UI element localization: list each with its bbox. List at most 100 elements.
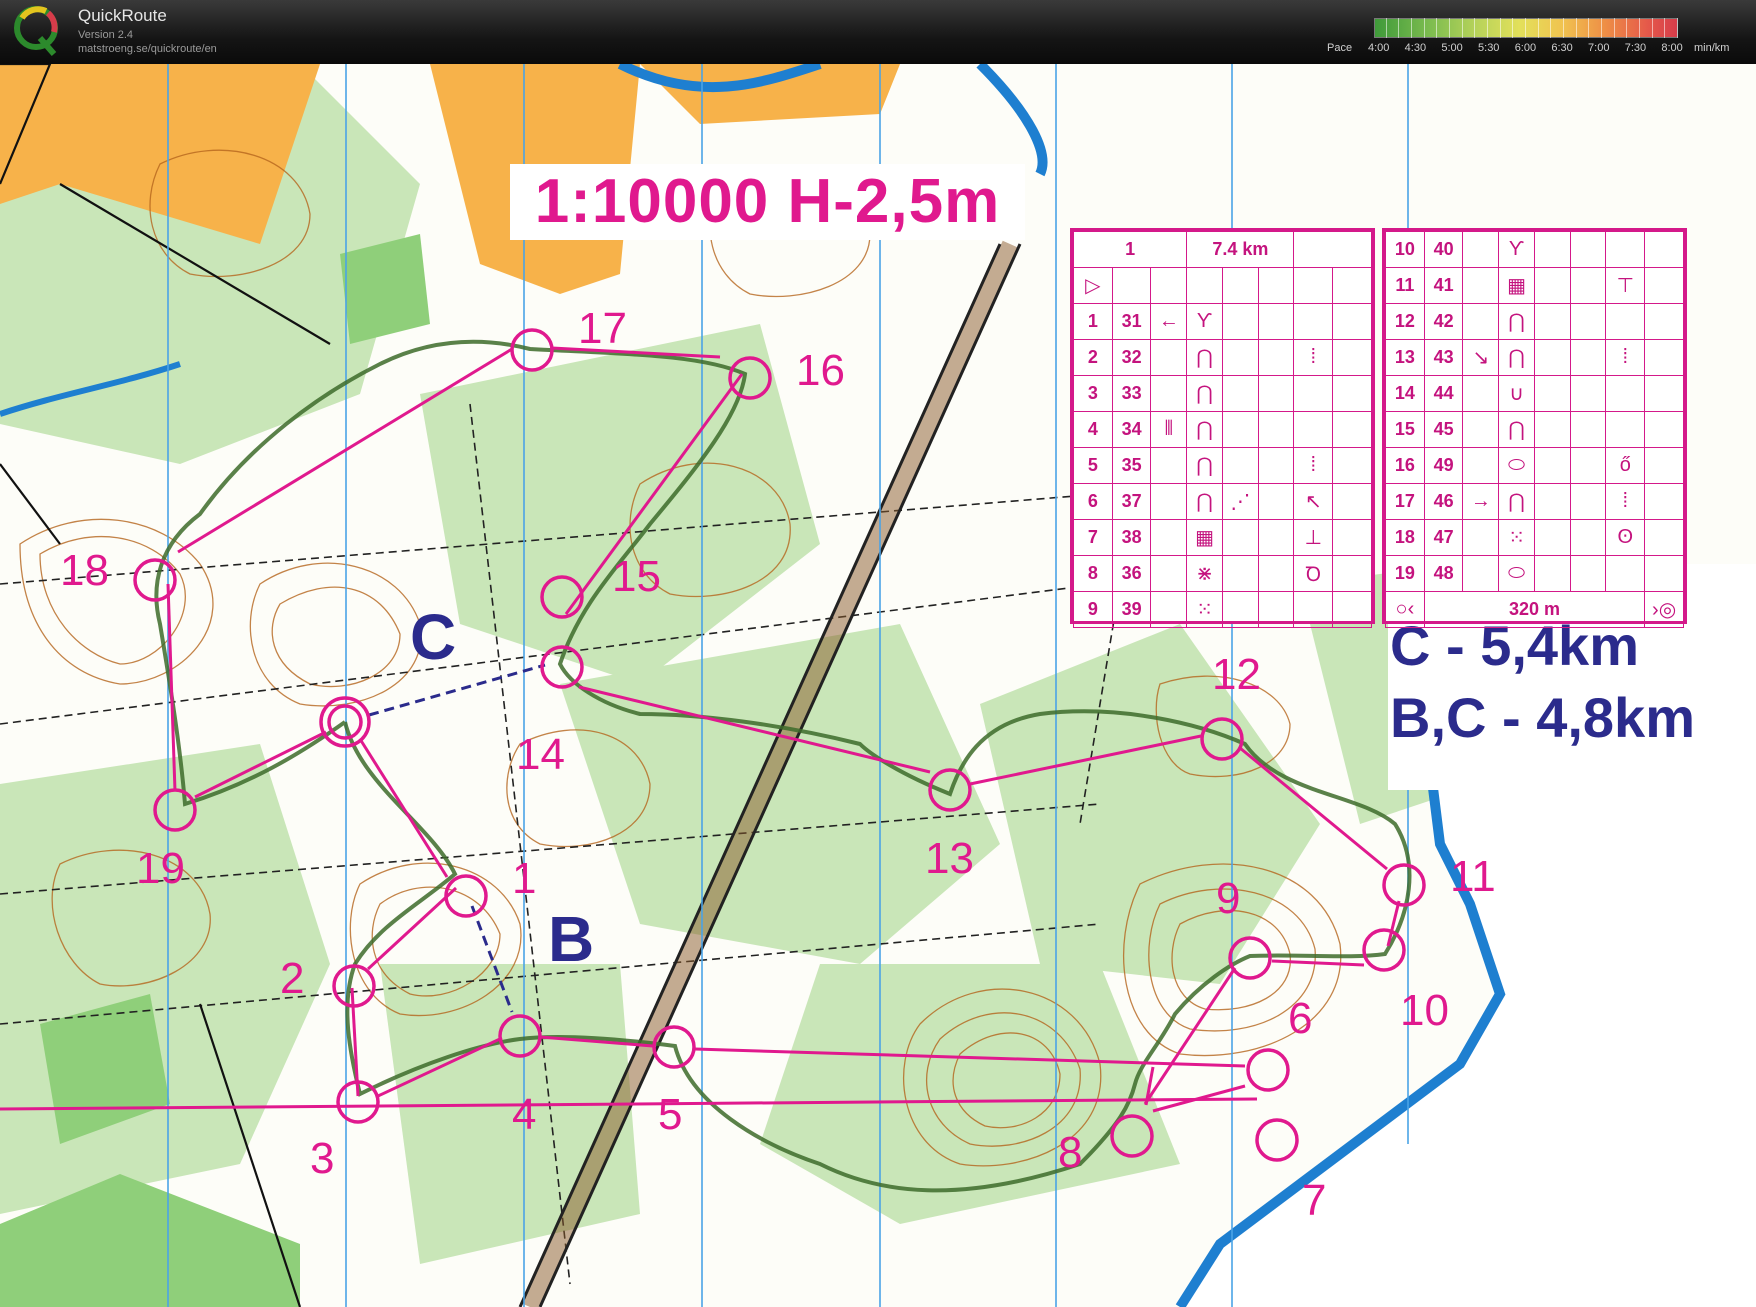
row-code: 49 — [1423, 447, 1464, 484]
feature-icon: ⋂ — [1498, 303, 1535, 340]
location-icon: ↖ — [1293, 483, 1334, 520]
control-7 — [1255, 1118, 1299, 1162]
title-bar: QuickRoute Version 2.4 matstroeng.se/qui… — [0, 0, 1756, 64]
row-num: 6 — [1073, 483, 1113, 520]
direction-icon — [1150, 375, 1188, 412]
row-num: 15 — [1385, 411, 1425, 448]
feature-icon: ⁙ — [1498, 519, 1535, 556]
control-number-9: 9 — [1216, 874, 1241, 923]
control-description-left: 1 7.4 km ▷ 1 31 ← Ƴ 2 32 ⋂ ⁞ 3 33 ⋂ 4 34 ⫴ ⋂ 5 35 ⋂ ⁞ … — [1070, 228, 1375, 628]
control-number-18: 18 — [60, 546, 109, 595]
direction-icon: → — [1462, 483, 1500, 520]
control-11 — [1382, 863, 1426, 907]
location-icon: ⊤ — [1605, 267, 1646, 304]
direction-icon — [1150, 519, 1188, 556]
row-code: 41 — [1423, 267, 1464, 304]
row-num: 7 — [1073, 519, 1113, 556]
pace-value: 5:00 — [1441, 42, 1463, 54]
row-code: 33 — [1111, 375, 1152, 412]
feature-icon: ⋂ — [1186, 411, 1223, 448]
direction-icon: ↘ — [1462, 339, 1500, 376]
location-icon: ⁞ — [1605, 483, 1646, 520]
finish-start-icon: ○‹ — [1385, 591, 1425, 628]
row-code: 47 — [1423, 519, 1464, 556]
pace-values: 4:00 4:30 5:00 5:30 6:00 6:30 7:00 7:30 … — [1368, 42, 1698, 54]
row-code: 48 — [1423, 555, 1464, 592]
direction-icon — [1462, 519, 1500, 556]
row-code: 43 — [1423, 339, 1464, 376]
row-num: 9 — [1073, 591, 1113, 628]
control-6 — [1246, 1048, 1290, 1092]
location-icon — [1605, 411, 1646, 448]
row-code: 45 — [1423, 411, 1464, 448]
course-bc-distance: B,C - 4,8km — [1390, 686, 1695, 749]
map-scale-label: 1:10000 H-2,5m — [510, 164, 1025, 240]
row-num: 5 — [1073, 447, 1113, 484]
app-title: QuickRoute — [78, 6, 167, 25]
row-num: 8 — [1073, 555, 1113, 592]
pace-value: 4:00 — [1368, 42, 1390, 54]
direction-icon: ⫴ — [1150, 411, 1188, 448]
dotted-line-icon: ⋰ — [1221, 483, 1259, 520]
feature-icon: Ƴ — [1186, 303, 1223, 340]
control-description-right: 10 40 Ƴ 11 41 ▦ ⊤ 12 42 ⋂ 13 43 ↘ ⋂ ⁞ 14 44 ∪ 15 45 ⋂ 1… — [1382, 228, 1687, 628]
location-icon — [1605, 375, 1646, 412]
course-c-branch — [368, 663, 546, 717]
row-num: 10 — [1385, 231, 1425, 268]
pace-value: 4:30 — [1404, 42, 1427, 54]
pace-value: 7:30 — [1624, 42, 1647, 54]
row-num: 4 — [1073, 411, 1113, 448]
direction-icon — [1462, 411, 1500, 448]
row-num: 17 — [1385, 483, 1425, 520]
location-icon: ⁞ — [1605, 339, 1646, 376]
control-number-12: 12 — [1212, 650, 1261, 699]
feature-icon: ▦ — [1498, 267, 1535, 304]
pace-value: 6:30 — [1551, 42, 1573, 54]
feature-icon: ⬭ — [1498, 447, 1535, 484]
control-number-5: 5 — [658, 1090, 683, 1139]
row-code: 36 — [1111, 555, 1152, 592]
location-icon: ⊥ — [1293, 519, 1334, 556]
row-code: 46 — [1423, 483, 1464, 520]
control-number-14: 14 — [516, 730, 565, 779]
control-number-1: 1 — [512, 854, 537, 903]
pace-value: 8:00 — [1661, 42, 1683, 54]
orienteering-map[interactable]: 1 2 3 4 5 6 7 8 9 10 11 12 13 14 15 16 1… — [0, 64, 1756, 1307]
course-length: 7.4 km — [1186, 231, 1295, 268]
location-icon — [1293, 375, 1334, 412]
finish-icon: ›◎ — [1644, 591, 1684, 628]
control-number-3: 3 — [310, 1134, 335, 1183]
row-code: 40 — [1423, 231, 1464, 268]
row-num: 2 — [1073, 339, 1113, 376]
control-number-16: 16 — [796, 346, 845, 395]
control-number-7: 7 — [1302, 1176, 1327, 1225]
finish-distance: 320 m — [1423, 591, 1646, 628]
pace-label: Pace — [1327, 42, 1353, 54]
direction-icon: ← — [1150, 303, 1188, 340]
feature-icon: ⋂ — [1186, 483, 1223, 520]
start-triangle-icon: ▷ — [1073, 267, 1113, 304]
app-url[interactable]: matstroeng.se/quickroute/en — [78, 43, 217, 55]
control-number-19: 19 — [136, 844, 185, 893]
row-code: 32 — [1111, 339, 1152, 376]
direction-icon — [1150, 447, 1188, 484]
quickroute-logo-icon — [14, 6, 58, 56]
direction-icon — [1462, 267, 1500, 304]
location-icon — [1605, 231, 1646, 268]
location-icon — [1605, 303, 1646, 340]
row-num: 19 — [1385, 555, 1425, 592]
course-letter-c: C — [410, 601, 457, 673]
course-number: 1 — [1072, 231, 1188, 268]
row-num: 13 — [1385, 339, 1425, 376]
row-num: 16 — [1385, 447, 1425, 484]
feature-icon: ⋂ — [1186, 375, 1223, 412]
location-icon: ⁞ — [1293, 447, 1334, 484]
row-code: 34 — [1111, 411, 1152, 448]
row-num: 3 — [1073, 375, 1113, 412]
location-icon — [1605, 555, 1646, 592]
location-icon: Ꝺ — [1293, 555, 1334, 592]
control-10 — [1362, 928, 1406, 972]
pace-unit: min/km — [1694, 42, 1730, 54]
direction-icon — [1462, 447, 1500, 484]
feature-icon: ⋂ — [1498, 339, 1535, 376]
